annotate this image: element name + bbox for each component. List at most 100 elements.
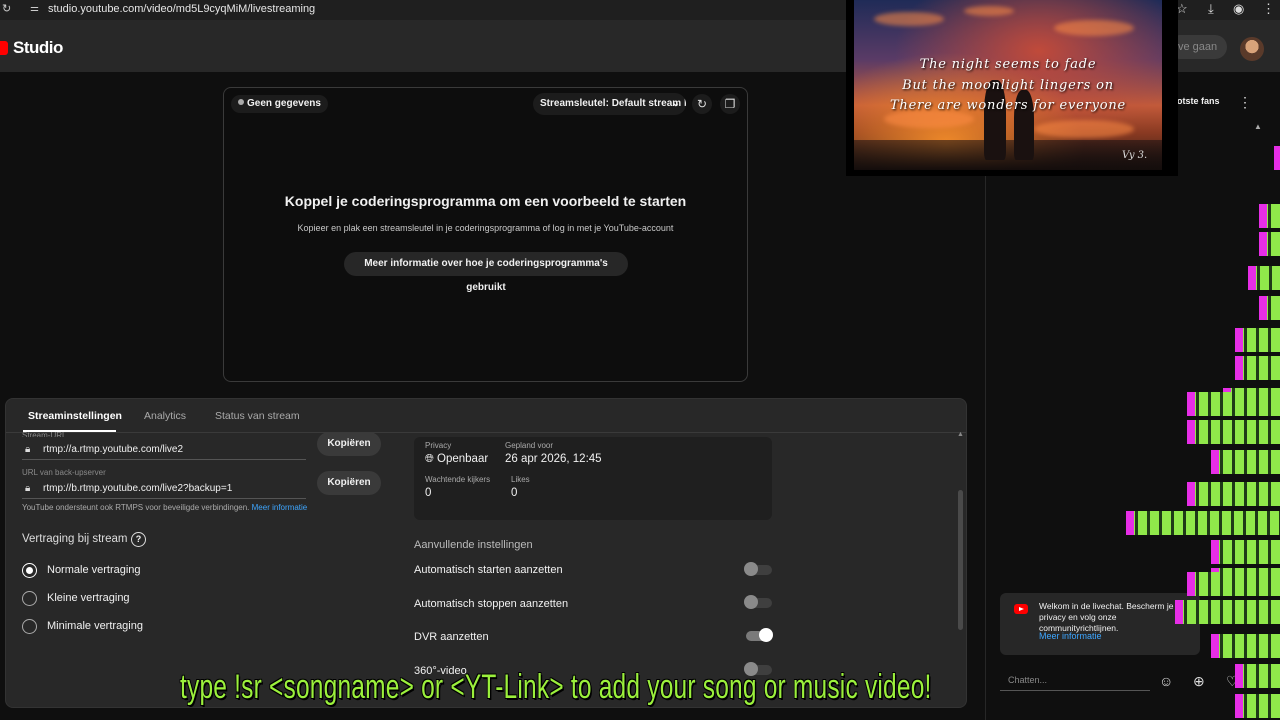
lock-icon: 🔒︎ <box>25 483 31 494</box>
status-text: Geen gegevens <box>247 98 321 109</box>
scheduled-value: 26 apr 2026, 12:45 <box>505 453 602 465</box>
visualizer-bar-cap <box>1259 296 1267 320</box>
auto-stop-label: Automatisch stoppen aanzetten <box>414 598 569 610</box>
stream-url-underline <box>22 459 306 460</box>
visualizer-bar <box>1259 232 1280 256</box>
visualizer-bar-cap <box>1235 356 1243 380</box>
help-icon[interactable]: ? <box>131 532 146 547</box>
site-info-icon[interactable]: ⚌ <box>30 3 39 14</box>
youtube-logo-icon[interactable] <box>0 41 8 55</box>
rtmps-hint: YouTube ondersteunt ook RTMPS voor bevei… <box>22 503 307 512</box>
studio-logo[interactable]: Studio <box>13 38 63 58</box>
waiting-viewers-label: Wachtende kijkers <box>425 475 491 484</box>
lock-icon: 🔒︎ <box>25 444 31 455</box>
normal-delay-label[interactable]: Normale vertraging <box>47 564 141 576</box>
welcome-message: Welkom in de livechat. Bescherm je priva… <box>1039 601 1174 633</box>
stream-key-select[interactable]: Streamsleutel: Default stream key ⌄ <box>533 93 686 115</box>
stream-url-label: Stream-URL <box>22 431 67 437</box>
panel-scrollbar[interactable] <box>958 490 963 630</box>
dvr-label: DVR aanzetten <box>414 631 489 643</box>
visualizer-bar <box>1259 204 1280 228</box>
scheduled-label: Gepland voor <box>505 441 554 450</box>
stream-key-label: Streamsleutel: Default stream key <box>540 98 686 109</box>
auto-start-label: Automatisch starten aanzetten <box>414 564 563 576</box>
visualizer-bar-cap <box>1259 232 1267 256</box>
visualizer-bar <box>1235 356 1280 380</box>
privacy-value[interactable]: 🌐︎ Openbaar <box>425 453 488 466</box>
radio-minimal-delay[interactable] <box>22 619 37 634</box>
visualizer-bar-cap <box>1187 572 1195 596</box>
low-delay-label[interactable]: Kleine vertraging <box>47 592 130 604</box>
visualizer-bar-cap <box>1235 664 1243 688</box>
visualizer-bar-cap <box>1211 450 1219 474</box>
dvr-toggle[interactable] <box>746 628 773 642</box>
chat-scroll-up-icon[interactable]: ▲ <box>1254 122 1262 131</box>
preview-subtitle: Kopieer en plak een streamsleutel in je … <box>297 223 674 233</box>
visualizer-bar <box>1211 540 1280 564</box>
chat-more-info-link[interactable]: Meer informatie <box>1039 631 1102 641</box>
tab-stream-settings[interactable]: Streaminstellingen <box>28 410 122 422</box>
copy-icon[interactable]: ❐ <box>720 94 740 114</box>
visualizer-bar-cap <box>1235 328 1243 352</box>
radio-normal-delay[interactable] <box>22 563 37 578</box>
status-badge: Geen gegevens <box>231 95 328 113</box>
chat-input[interactable]: Chatten... <box>1000 669 1150 691</box>
visualizer-bar <box>1235 328 1280 352</box>
backup-url-field[interactable]: rtmp://b.rtmp.youtube.com/live2?backup=1 <box>43 483 232 494</box>
avatar[interactable] <box>1240 37 1264 61</box>
privacy-value-text: Openbaar <box>437 453 489 465</box>
visualizer-bar <box>1211 450 1280 474</box>
panel-scroll-up-icon[interactable]: ▲ <box>957 431 964 438</box>
video-signature: Vy 3. <box>1122 150 1148 161</box>
emoji-icon[interactable]: ☺ <box>1159 673 1173 689</box>
rtmps-more-info-link[interactable]: Meer informatie <box>252 503 308 512</box>
visualizer-bar-cap <box>1175 600 1183 624</box>
song-request-overlay: type !sr <songname> or <YT-Link> to add … <box>180 668 932 706</box>
visualizer-bar <box>1187 572 1280 596</box>
download-icon[interactable]: ⤓ <box>1208 1 1214 17</box>
address-bar[interactable]: studio.youtube.com/video/md5L9cyqMiM/liv… <box>48 3 315 15</box>
browser-menu-icon[interactable]: ⋮ <box>1262 1 1275 17</box>
visualizer-bar-cap <box>1187 482 1195 506</box>
auto-start-toggle[interactable] <box>744 562 772 576</box>
visualizer-bar <box>1187 482 1280 506</box>
delay-title: Vertraging bij stream <box>22 533 128 545</box>
chevron-down-icon: ⌄ <box>671 98 680 109</box>
radio-low-delay[interactable] <box>22 591 37 606</box>
additional-settings-title: Aanvullende instellingen <box>414 539 533 551</box>
visualizer-bar <box>1187 392 1280 416</box>
visualizer-bar <box>1248 266 1280 290</box>
visualizer-bar-cap <box>1126 511 1134 535</box>
refresh-icon[interactable]: ↻ <box>692 94 712 114</box>
stream-url-field[interactable]: rtmp://a.rtmp.youtube.com/live2 <box>43 444 183 455</box>
encoder-info-button[interactable]: Meer informatie over hoe je coderingspro… <box>344 252 628 293</box>
tab-analytics[interactable]: Analytics <box>144 410 186 422</box>
visualizer-bar <box>1126 511 1280 535</box>
lyric-line-3: There are wonders for everyone <box>889 98 1127 113</box>
lyric-line-2: But the moonlight lingers on <box>902 78 1114 93</box>
visualizer-bar <box>1274 146 1280 170</box>
copy-backup-url-button[interactable]: Kopiëren <box>317 471 381 495</box>
backup-url-label: URL van back-upserver <box>22 468 106 477</box>
visualizer-bar <box>1211 634 1280 658</box>
add-icon[interactable]: ⊕ <box>1193 673 1205 690</box>
likes-label: Likes <box>511 475 530 484</box>
rtmps-hint-text: YouTube ondersteunt ook RTMPS voor bevei… <box>22 503 250 512</box>
backup-url-underline <box>22 498 306 499</box>
copy-stream-url-button[interactable]: Kopiëren <box>317 432 381 456</box>
auto-stop-toggle[interactable] <box>744 595 772 609</box>
visualizer-bar-cap <box>1211 540 1219 564</box>
visualizer-bar-cap <box>1187 392 1195 416</box>
visualizer-bar-cap <box>1248 266 1256 290</box>
profile-icon[interactable]: ◉ <box>1233 1 1244 17</box>
preview-title: Koppel je coderingsprogramma om een voor… <box>284 193 687 209</box>
visualizer-bar-cap <box>1259 204 1267 228</box>
minimal-delay-label[interactable]: Minimale vertraging <box>47 620 143 632</box>
reload-icon[interactable]: ↻ <box>2 2 11 15</box>
lyric-line-1: The night seems to fade <box>919 57 1097 72</box>
chat-more-icon[interactable]: ⋮ <box>1238 94 1252 111</box>
visualizer-bar <box>1259 296 1280 320</box>
visualizer-bar <box>1235 664 1280 688</box>
visualizer-bar-cap <box>1274 146 1280 170</box>
tab-stream-status[interactable]: Status van stream <box>215 410 300 422</box>
